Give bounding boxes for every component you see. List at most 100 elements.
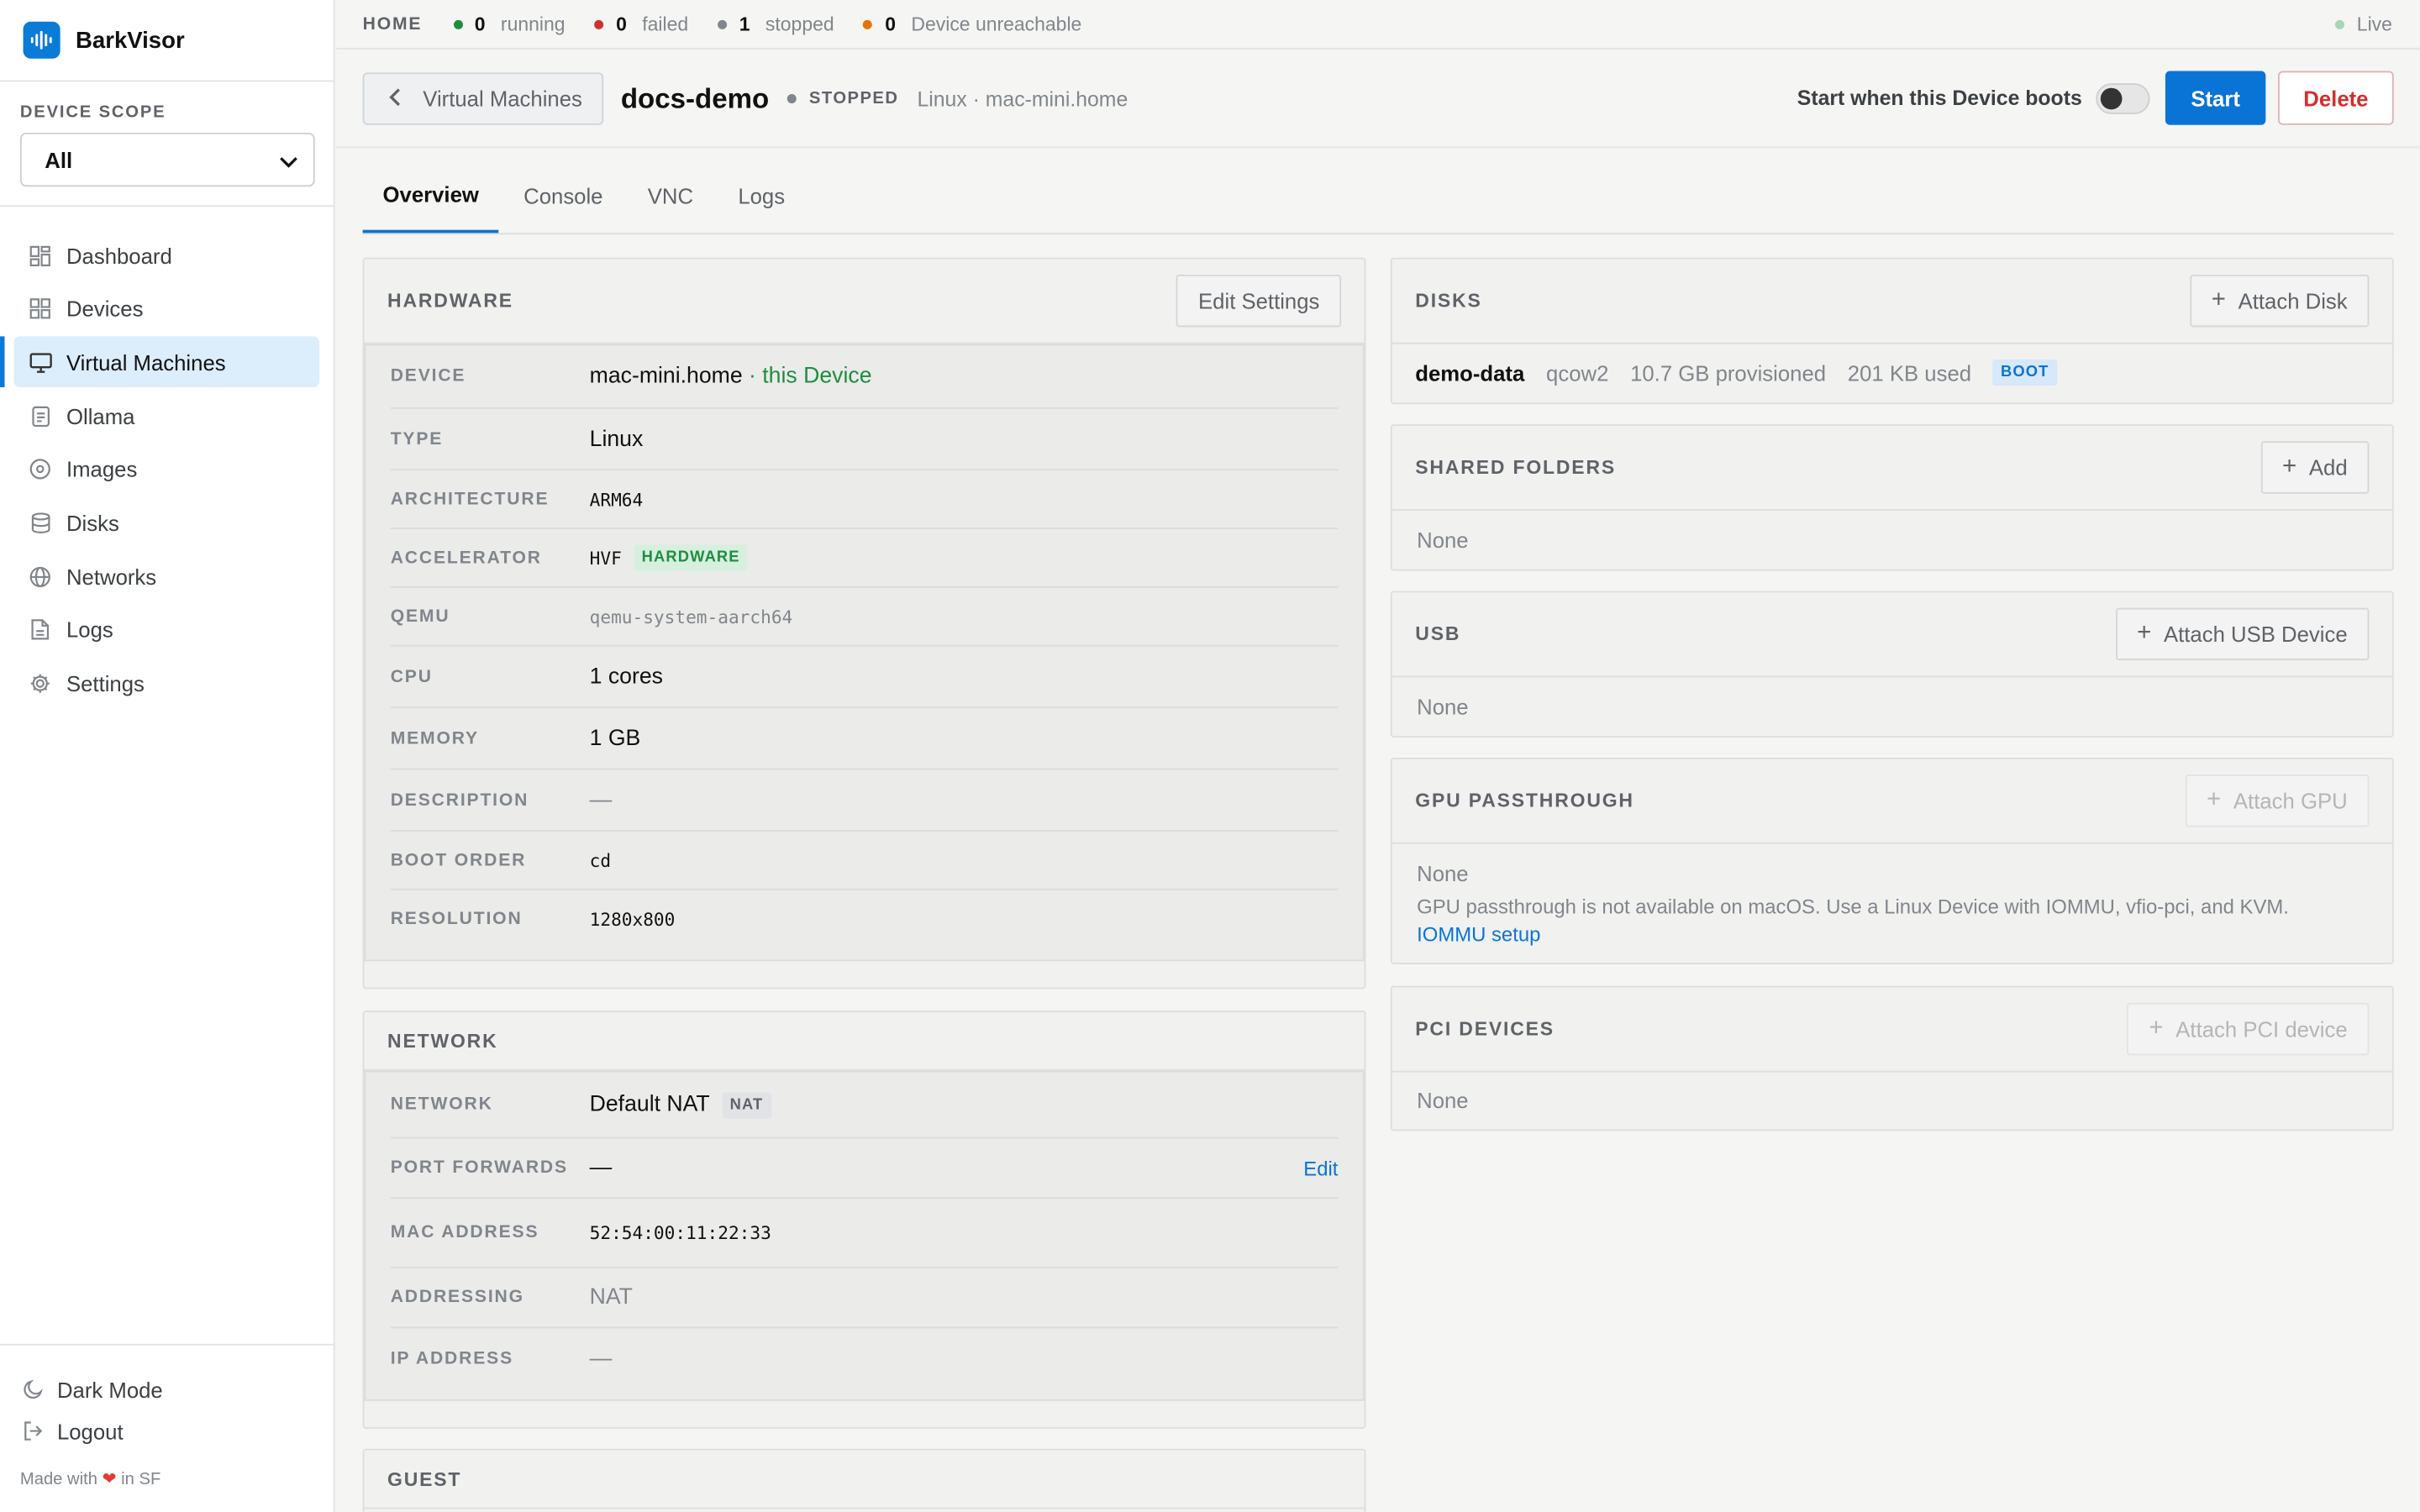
tab-overview[interactable]: Overview [362,148,499,234]
device-scope-select[interactable]: All [19,132,315,187]
row-label: DESCRIPTION [390,790,529,810]
hardware-title: HARDWARE [387,290,513,312]
plus-icon: + [2149,1015,2164,1042]
unreachable-label: Device unreachable [911,13,1082,35]
row-label: ADDRESSING [390,1288,524,1307]
unreachable-dot-icon [863,18,873,29]
live-label: Live [2356,13,2392,35]
sidebar-nav: Dashboard Devices Virtual Machines Ollam… [0,207,334,709]
hardware-panel-header: HARDWARE Edit Settings [364,260,1365,344]
stopped-dot-icon [718,18,728,29]
hardware-row-device: DEVICE mac-mini.home · this Device [390,345,1339,409]
hardware-row-description: DESCRIPTION — [390,770,1339,832]
gear-icon [28,671,52,696]
disc-icon [28,457,52,481]
tab-vnc[interactable]: VNC [628,148,713,233]
disk-provisioned: 10.7 GB provisioned [1630,360,1827,386]
network-row-addressing: ADDRESSING NAT [390,1268,1339,1329]
disk-used: 201 KB used [1847,360,1972,386]
iommu-setup-link[interactable]: IOMMU setup [1417,922,1540,946]
back-to-vms-button[interactable]: Virtual Machines [362,72,604,125]
sidebar-item-label: Dashboard [66,243,172,268]
row-value: — [589,1155,613,1181]
sidebar-item-dashboard[interactable]: Dashboard [14,230,320,281]
edit-settings-button[interactable]: Edit Settings [1176,274,1342,328]
hardware-row-qemu: QEMU qemu-system-aarch64 [390,588,1339,647]
sidebar-item-ollama[interactable]: Ollama [14,391,320,442]
barkvisor-logo-icon [23,21,60,59]
globe-icon [28,564,52,589]
row-label: ACCELERATOR [390,548,542,568]
row-label: RESOLUTION [390,910,523,929]
row-value: 1 GB [589,726,641,751]
sidebar-item-logs[interactable]: Logs [14,605,320,656]
delete-button[interactable]: Delete [2278,71,2394,125]
disk-name: demo-data [1415,360,1525,386]
tab-logs[interactable]: Logs [718,148,805,233]
hardware-row-resolution: RESOLUTION 1280x800 [391,890,1339,949]
sidebar-item-images[interactable]: Images [14,444,320,496]
sidebar-item-label: Settings [66,670,145,696]
breadcrumb[interactable]: HOME [363,14,423,33]
network-table: NETWORK Default NAT NAT PORT FORWARDS — … [364,1070,1365,1401]
row-value: qemu-system-aarch64 [589,605,793,627]
tab-console[interactable]: Console [503,148,623,233]
row-value: NAT [589,1285,633,1310]
back-button-label: Virtual Machines [423,86,582,112]
network-row-mac: MAC ADDRESS 52:54:00:11:22:33 [390,1199,1339,1268]
gpu-empty: None [1417,860,1469,886]
row-value: Default NAT NAT [590,1091,771,1118]
sidebar-item-virtual-machines[interactable]: Virtual Machines [0,337,320,388]
sidebar-item-label: Images [66,457,138,482]
brand[interactable]: BarkVisor [0,0,334,82]
attach-gpu-label: Attach GPU [2233,788,2348,813]
sidebar-footer: Dark Mode Logout Made with ❤ in SF [0,1343,335,1512]
autostart-label: Start when this Device boots [1797,86,2082,110]
attach-gpu-button[interactable]: + Attach GPU [2185,774,2370,827]
running-dot-icon [453,18,463,29]
database-icon [28,511,52,535]
sidebar-item-disks[interactable]: Disks [14,497,320,549]
add-shared-folder-button[interactable]: + Add [2260,441,2370,494]
row-value: Linux [589,426,644,452]
device-name[interactable]: mac-mini.home [590,364,743,388]
network-row-network: NETWORK Default NAT NAT [390,1073,1339,1139]
network-value[interactable]: Default NAT [590,1092,710,1116]
guest-title: GUEST [387,1467,462,1490]
row-value: 1 cores [589,664,663,690]
edit-port-forwards-link[interactable]: Edit [1303,1157,1338,1180]
start-button[interactable]: Start [2165,71,2266,125]
sidebar-item-label: Disks [66,510,119,536]
sidebar: BarkVisor DEVICE SCOPE All Dashboard Dev… [0,0,335,1512]
usb-panel: USB + Attach USB Device None [1390,591,2394,738]
autostart-toggle[interactable] [2096,82,2150,114]
nat-badge: NAT [722,1091,771,1118]
sidebar-item-devices[interactable]: Devices [14,283,320,334]
hardware-row-accelerator: ACCELERATOR HVF HARDWARE [390,529,1339,588]
vm-header: Virtual Machines docs-demo STOPPED Linux… [336,51,2420,149]
disk-row[interactable]: demo-data qcow2 10.7 GB provisioned 201 … [1415,344,2057,402]
attach-disk-button[interactable]: + Attach Disk [2190,274,2370,328]
sidebar-item-label: Networks [66,564,157,589]
row-label: ARCHITECTURE [390,490,550,509]
disk-format: qcow2 [1546,360,1609,386]
logout-button[interactable]: Logout [20,1410,335,1452]
sidebar-item-networks[interactable]: Networks [14,551,320,602]
device-scope-value: All [45,147,73,172]
row-label: NETWORK [390,1095,493,1115]
attach-pci-button[interactable]: + Attach PCI device [2127,1002,2370,1056]
pci-header: PCI DEVICES + Attach PCI device [1392,988,2392,1073]
hardware-row-memory: MEMORY 1 GB [390,708,1339,770]
sidebar-item-label: Ollama [66,403,135,428]
row-value: 52:54:00:11:22:33 [589,1221,771,1244]
attach-usb-button[interactable]: + Attach USB Device [2115,607,2370,661]
failed-count: 0 [616,13,627,35]
row-value: ARM64 [589,488,644,511]
dark-mode-toggle[interactable]: Dark Mode [20,1368,335,1410]
chevron-left-icon [389,87,402,111]
sidebar-item-settings[interactable]: Settings [14,658,320,709]
boot-badge: BOOT [1992,359,2057,386]
plus-icon: + [2282,454,2297,480]
pci-panel: PCI DEVICES + Attach PCI device None [1390,985,2394,1131]
hardware-row-cpu: CPU 1 cores [390,647,1339,709]
